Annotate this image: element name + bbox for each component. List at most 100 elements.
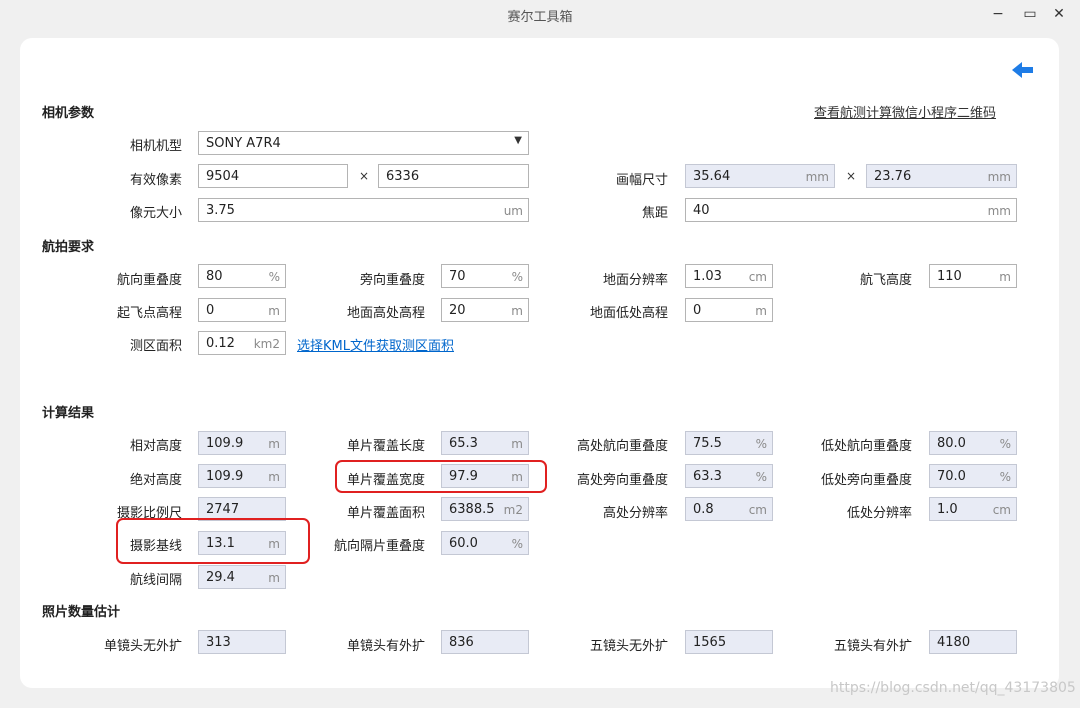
maximize-button[interactable]: ▭ — [1020, 5, 1040, 23]
frame-size-label: 画幅尺寸 — [615, 173, 668, 188]
results-section-title: 计算结果 — [42, 406, 95, 421]
focal-length-input[interactable]: 40 mm — [685, 198, 1017, 222]
requirements-section-title: 航拍要求 — [42, 240, 95, 255]
five-lens-no-ext-field: 1565 — [685, 630, 773, 654]
ground-high-elevation-value: 20 — [449, 303, 466, 318]
high-forward-overlap-label: 高处航向重叠度 — [576, 439, 668, 454]
low-resolution-unit: cm — [992, 503, 1011, 517]
watermark: https://blog.csdn.net/qq_43173805 — [830, 680, 1076, 696]
single-lens-no-ext-field: 313 — [198, 630, 286, 654]
line-spacing-value: 29.4 — [206, 570, 235, 585]
survey-area-label: 测区面积 — [129, 339, 182, 354]
ground-low-elevation-input[interactable]: 0 m — [685, 298, 773, 322]
flight-height-label: 航飞高度 — [859, 273, 912, 288]
flight-height-unit: m — [999, 270, 1011, 284]
high-side-overlap-value: 63.3 — [693, 469, 722, 484]
line-spacing-unit: m — [268, 571, 280, 585]
takeoff-elevation-label: 起飞点高程 — [116, 306, 182, 321]
window-title: 赛尔工具箱 — [507, 10, 573, 25]
focal-length-value: 40 — [693, 203, 710, 218]
focal-length-unit: mm — [987, 204, 1011, 218]
single-lens-no-ext-value: 313 — [206, 635, 231, 650]
takeoff-elevation-input[interactable]: 0 m — [198, 298, 286, 322]
low-forward-overlap-field: 80.0 % — [929, 431, 1017, 455]
line-spacing-label: 航线间隔 — [129, 573, 182, 588]
relative-height-value: 109.9 — [206, 436, 244, 451]
cover-area-field: 6388.5 m2 — [441, 497, 529, 521]
pixel-size-value: 3.75 — [206, 203, 235, 218]
cover-length-label: 单片覆盖长度 — [346, 439, 425, 454]
high-forward-overlap-field: 75.5 % — [685, 431, 773, 455]
ground-low-elevation-unit: m — [755, 304, 767, 318]
alternate-overlap-value: 60.0 — [449, 536, 478, 551]
back-arrow-icon[interactable] — [1011, 60, 1035, 80]
frame-width-field: 35.64 mm — [685, 164, 835, 188]
low-resolution-field: 1.0 cm — [929, 497, 1017, 521]
low-resolution-value: 1.0 — [937, 502, 958, 517]
high-resolution-value: 0.8 — [693, 502, 714, 517]
ground-low-elevation-value: 0 — [693, 303, 702, 318]
pixels-height-value: 6336 — [386, 169, 420, 184]
absolute-height-field: 109.9 m — [198, 464, 286, 488]
low-side-overlap-label: 低处旁向重叠度 — [820, 473, 912, 488]
high-resolution-label: 高处分辨率 — [602, 506, 668, 521]
photo-scale-value: 2747 — [206, 502, 240, 517]
relative-height-field: 109.9 m — [198, 431, 286, 455]
side-overlap-label: 旁向重叠度 — [359, 273, 425, 288]
pixels-height-input[interactable]: 6336 — [378, 164, 529, 188]
forward-overlap-label: 航向重叠度 — [116, 273, 182, 288]
takeoff-elevation-value: 0 — [206, 303, 215, 318]
qr-code-link[interactable]: 查看航测计算微信小程序二维码 — [814, 102, 996, 121]
flight-height-value: 110 — [937, 269, 962, 284]
frame-width-unit: mm — [805, 170, 829, 184]
forward-overlap-input[interactable]: 80 % — [198, 264, 286, 288]
high-forward-overlap-value: 75.5 — [693, 436, 722, 451]
high-side-overlap-field: 63.3 % — [685, 464, 773, 488]
five-lens-ext-label: 五镜头有外扩 — [833, 639, 912, 654]
pixel-size-unit: um — [503, 204, 523, 218]
high-resolution-unit: cm — [748, 503, 767, 517]
single-lens-ext-label: 单镜头有外扩 — [346, 639, 425, 654]
low-side-overlap-value: 70.0 — [937, 469, 966, 484]
ground-resolution-input[interactable]: 1.03 cm — [685, 264, 773, 288]
survey-area-unit: km2 — [253, 337, 280, 351]
kml-area-link[interactable]: 选择KML文件获取测区面积 — [297, 335, 454, 354]
title-bar: 赛尔工具箱 − ▭ ✕ — [0, 0, 1080, 28]
takeoff-elevation-unit: m — [268, 304, 280, 318]
flight-height-input[interactable]: 110 m — [929, 264, 1017, 288]
camera-model-value: SONY A7R4 — [206, 136, 281, 151]
single-lens-ext-field: 836 — [441, 630, 529, 654]
alternate-overlap-label: 航向隔片重叠度 — [333, 539, 425, 554]
pixel-size-input[interactable]: 3.75 um — [198, 198, 529, 222]
pixels-width-input[interactable]: 9504 — [198, 164, 348, 188]
highlight-photo-baseline — [116, 518, 310, 564]
photo-count-section-title: 照片数量估计 — [42, 605, 121, 620]
survey-area-input[interactable]: 0.12 km2 — [198, 331, 286, 355]
high-side-overlap-label: 高处旁向重叠度 — [576, 473, 668, 488]
ground-high-elevation-input[interactable]: 20 m — [441, 298, 529, 322]
low-resolution-label: 低处分辨率 — [846, 506, 912, 521]
absolute-height-unit: m — [268, 470, 280, 484]
camera-model-select[interactable]: SONY A7R4 ▼ — [198, 131, 529, 155]
side-overlap-unit: % — [511, 270, 523, 284]
minimize-button[interactable]: − — [988, 5, 1008, 23]
cover-area-unit: m2 — [503, 503, 523, 517]
low-side-overlap-unit: % — [999, 470, 1011, 484]
frame-height-unit: mm — [987, 170, 1011, 184]
low-forward-overlap-unit: % — [999, 437, 1011, 451]
side-overlap-value: 70 — [449, 269, 466, 284]
ground-resolution-value: 1.03 — [693, 269, 722, 284]
low-side-overlap-field: 70.0 % — [929, 464, 1017, 488]
forward-overlap-value: 80 — [206, 269, 223, 284]
five-lens-no-ext-value: 1565 — [693, 635, 727, 650]
frame-width-value: 35.64 — [693, 169, 731, 184]
times-sign-2: × — [846, 169, 857, 183]
survey-area-value: 0.12 — [206, 336, 235, 351]
ground-resolution-label: 地面分辨率 — [602, 273, 668, 288]
frame-height-field: 23.76 mm — [866, 164, 1017, 188]
side-overlap-input[interactable]: 70 % — [441, 264, 529, 288]
relative-height-unit: m — [268, 437, 280, 451]
pixels-width-value: 9504 — [206, 169, 240, 184]
close-button[interactable]: ✕ — [1049, 5, 1069, 23]
camera-section-title: 相机参数 — [42, 106, 95, 121]
